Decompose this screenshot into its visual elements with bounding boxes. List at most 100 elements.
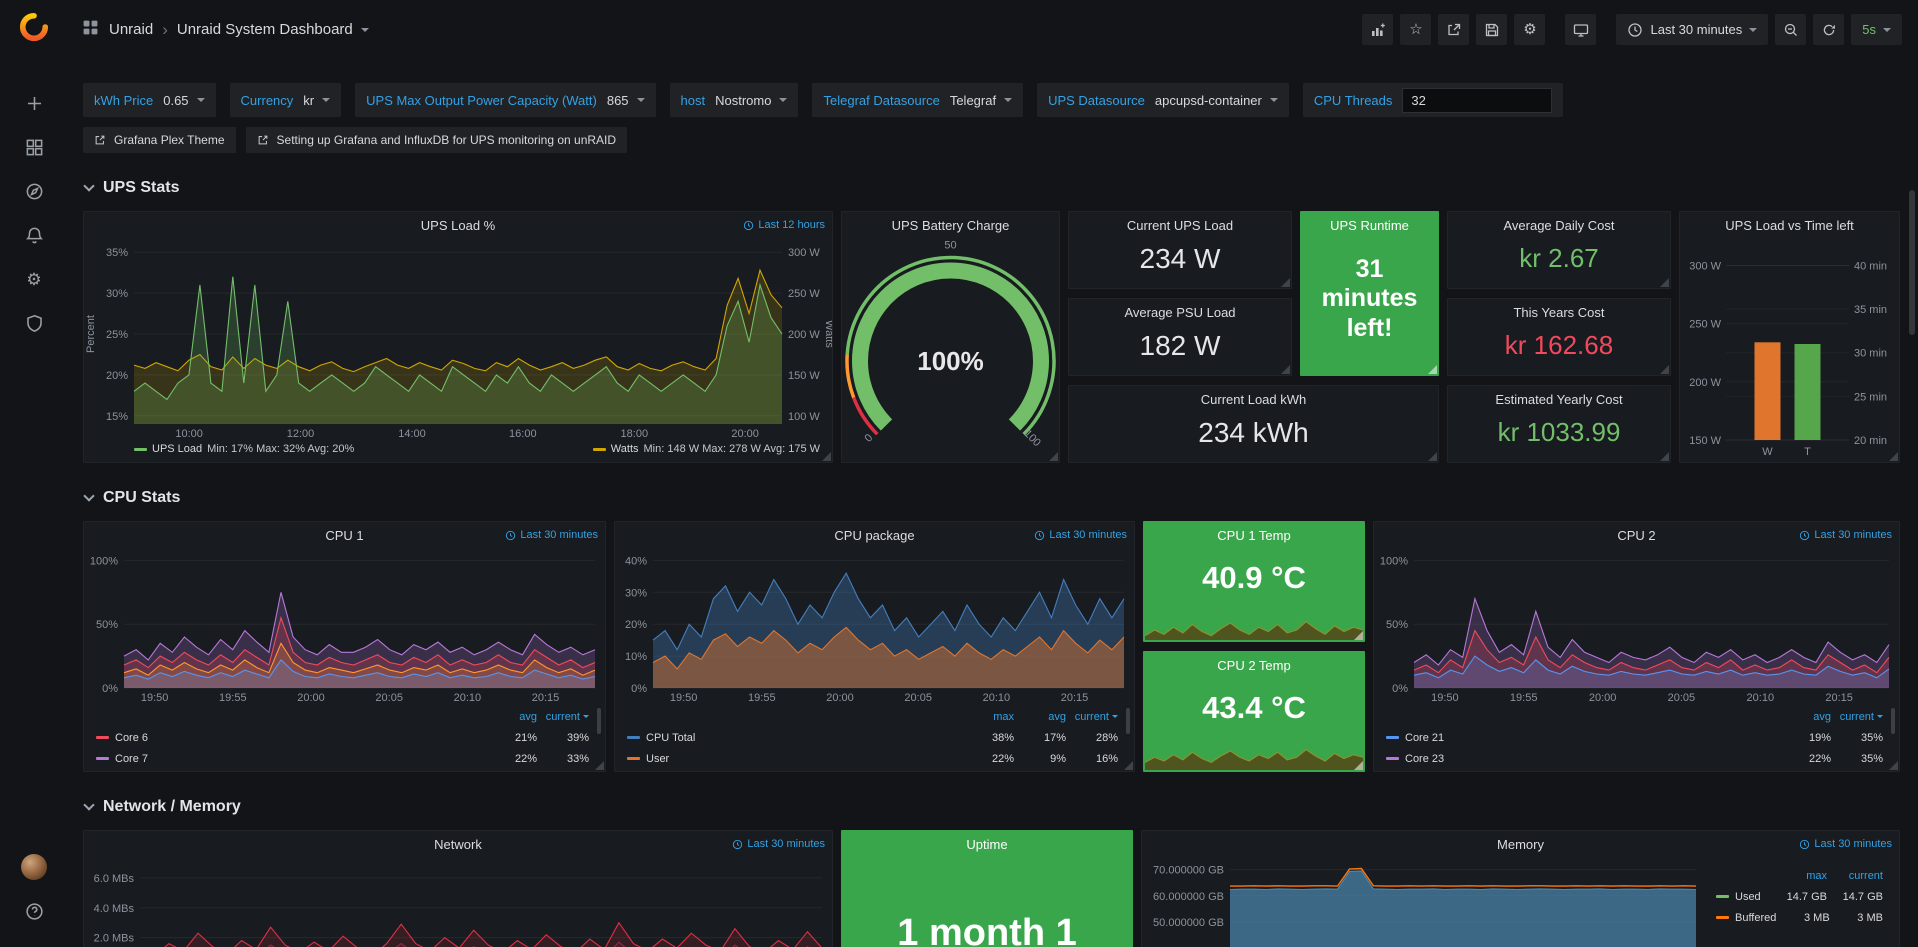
legend-col-max[interactable]: max: [962, 711, 1014, 723]
legend-series-name[interactable]: Used: [1735, 891, 1761, 903]
ups-load-chart[interactable]: 35%30%25%20%15%300 W250 W200 W150 W100 W…: [84, 238, 832, 440]
variable-telegraf-datasource[interactable]: Telegraf Datasource Telegraf: [812, 83, 1023, 117]
star-button[interactable]: ☆: [1400, 14, 1431, 45]
network-chart[interactable]: 6.0 MBs4.0 MBs2.0 MBs: [84, 857, 832, 947]
battery-gauge[interactable]: 050100100%: [842, 238, 1059, 460]
legend-series-name[interactable]: Core 7: [115, 753, 148, 765]
time-range-badge[interactable]: Last 30 minutes: [1034, 529, 1127, 541]
panel-title[interactable]: UPS Load %: [421, 218, 495, 233]
legend-series-name[interactable]: Core 21: [1405, 732, 1444, 744]
help-icon[interactable]: [11, 889, 57, 933]
dashboard-settings-button[interactable]: ⚙: [1514, 14, 1545, 45]
dashboard-title[interactable]: Unraid System Dashboard: [177, 21, 353, 38]
user-avatar[interactable]: [11, 845, 57, 889]
variable-currency[interactable]: Currency kr: [230, 83, 342, 117]
resize-handle[interactable]: [1660, 365, 1669, 374]
resize-handle[interactable]: [1281, 365, 1290, 374]
legend-col-current[interactable]: current: [1831, 711, 1883, 723]
panel-title[interactable]: UPS Load vs Time left: [1725, 218, 1854, 233]
cpu-threads-input[interactable]: [1402, 88, 1552, 113]
section-cpu-stats[interactable]: CPU Stats: [85, 487, 1918, 509]
time-range-badge[interactable]: Last 30 minutes: [505, 529, 598, 541]
variable-cpu-threads[interactable]: CPU Threads: [1303, 83, 1564, 117]
panel-title[interactable]: Network: [434, 837, 482, 852]
legend-item[interactable]: UPS LoadMin: 17% Max: 32% Avg: 20%: [134, 443, 354, 455]
resize-handle[interactable]: [1428, 365, 1437, 374]
panel-title[interactable]: Average Daily Cost: [1448, 218, 1670, 233]
cpu1-chart[interactable]: 100%50%0%19:5019:5520:0020:0520:1020:15: [84, 548, 605, 704]
panel-title[interactable]: CPU 1: [325, 528, 363, 543]
legend-series-name[interactable]: Buffered: [1735, 912, 1776, 924]
dashboard-caret-icon[interactable]: [361, 28, 369, 32]
resize-handle[interactable]: [1428, 452, 1437, 461]
create-icon[interactable]: [11, 81, 57, 125]
resize-handle[interactable]: [1354, 631, 1363, 640]
variable-kwh-price[interactable]: kWh Price 0.65: [83, 83, 216, 117]
resize-handle[interactable]: [1354, 761, 1363, 770]
refresh-interval-button[interactable]: 5s: [1851, 14, 1902, 45]
resize-handle[interactable]: [1281, 278, 1290, 287]
panel-title[interactable]: CPU 1 Temp: [1144, 528, 1364, 543]
time-range-badge[interactable]: Last 12 hours: [743, 219, 825, 231]
panel-title[interactable]: Current UPS Load: [1069, 218, 1291, 233]
resize-handle[interactable]: [1660, 278, 1669, 287]
time-range-badge[interactable]: Last 30 minutes: [732, 838, 825, 850]
cpu2-chart[interactable]: 100%50%0%19:5019:5520:0020:0520:1020:15: [1374, 548, 1899, 704]
cycle-view-button[interactable]: [1565, 14, 1596, 45]
resize-handle[interactable]: [1889, 761, 1898, 770]
memory-chart[interactable]: 70.000000 GB60.000000 GB50.000000 GB: [1142, 857, 1704, 947]
dashboards-icon[interactable]: [11, 125, 57, 169]
legend-series-name[interactable]: Core 23: [1405, 753, 1444, 765]
panel-title[interactable]: UPS Runtime: [1301, 218, 1438, 233]
resize-handle[interactable]: [1889, 452, 1898, 461]
legend-series-name[interactable]: CPU Total: [646, 732, 695, 744]
panel-title[interactable]: CPU package: [834, 528, 914, 543]
time-range-badge[interactable]: Last 30 minutes: [1799, 529, 1892, 541]
variable-host[interactable]: host Nostromo: [670, 83, 799, 117]
panel-title[interactable]: CPU 2 Temp: [1144, 658, 1364, 673]
breadcrumb-app[interactable]: Unraid: [109, 21, 153, 38]
legend-col-current[interactable]: current: [1066, 711, 1118, 723]
legend-series-name[interactable]: User: [646, 753, 669, 765]
save-button[interactable]: [1476, 14, 1507, 45]
resize-handle[interactable]: [1124, 761, 1133, 770]
panel-title[interactable]: This Years Cost: [1448, 305, 1670, 320]
panel-title[interactable]: Current Load kWh: [1069, 392, 1438, 407]
panel-title[interactable]: Average PSU Load: [1069, 305, 1291, 320]
resize-handle[interactable]: [1660, 452, 1669, 461]
apps-grid-icon[interactable]: [82, 19, 99, 41]
panel-title[interactable]: Uptime: [966, 837, 1007, 852]
alerting-icon[interactable]: [11, 213, 57, 257]
resize-handle[interactable]: [822, 452, 831, 461]
legend-series-name[interactable]: Core 6: [115, 732, 148, 744]
section-ups-stats[interactable]: UPS Stats: [85, 177, 1918, 199]
section-network-memory[interactable]: Network / Memory: [85, 796, 1918, 818]
panel-title[interactable]: Memory: [1497, 837, 1544, 852]
explore-icon[interactable]: [11, 169, 57, 213]
legend-col-current[interactable]: current: [537, 711, 589, 723]
dashboard-link-plex-theme[interactable]: Grafana Plex Theme: [83, 127, 236, 153]
page-scrollbar[interactable]: [1909, 190, 1915, 335]
time-range-badge[interactable]: Last 30 minutes: [1799, 838, 1892, 850]
variable-ups-max-output[interactable]: UPS Max Output Power Capacity (Watt) 865: [355, 83, 655, 117]
refresh-button[interactable]: [1813, 14, 1844, 45]
share-button[interactable]: [1438, 14, 1469, 45]
add-panel-button[interactable]: [1362, 14, 1393, 45]
panel-title[interactable]: UPS Battery Charge: [892, 218, 1010, 233]
configuration-icon[interactable]: ⚙: [11, 257, 57, 301]
panel-title[interactable]: Estimated Yearly Cost: [1448, 392, 1670, 407]
legend-col-avg[interactable]: avg: [485, 711, 537, 723]
variable-ups-datasource[interactable]: UPS Datasource apcupsd-container: [1037, 83, 1289, 117]
ups-load-vs-time-chart[interactable]: 300 W250 W200 W150 W40 min35 min30 min25…: [1680, 238, 1899, 460]
cpu-package-chart[interactable]: 40%30%20%10%0%19:5019:5520:0020:0520:102…: [615, 548, 1134, 704]
resize-handle[interactable]: [1049, 452, 1058, 461]
dashboard-link-ups-monitoring[interactable]: Setting up Grafana and InfluxDB for UPS …: [246, 127, 628, 153]
legend-col-max[interactable]: max: [1771, 870, 1827, 882]
resize-handle[interactable]: [595, 761, 604, 770]
zoom-out-button[interactable]: [1775, 14, 1806, 45]
legend-col-avg[interactable]: avg: [1014, 711, 1066, 723]
legend-col-current[interactable]: current: [1827, 870, 1883, 882]
time-picker-button[interactable]: Last 30 minutes: [1616, 14, 1768, 45]
grafana-logo[interactable]: [19, 12, 49, 47]
server-admin-icon[interactable]: [11, 301, 57, 345]
